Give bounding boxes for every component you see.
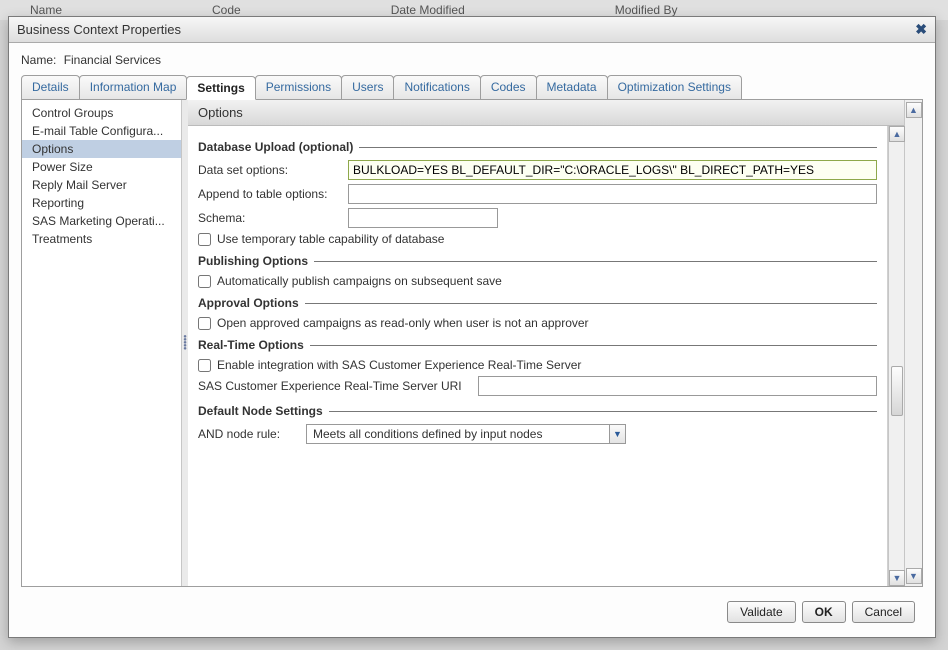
bg-col-code: Code <box>212 3 241 17</box>
and-rule-value: Meets all conditions defined by input no… <box>307 427 609 441</box>
tab-codes[interactable]: Codes <box>480 75 537 99</box>
tab-optimization-settings[interactable]: Optimization Settings <box>607 75 742 99</box>
data-set-options-input[interactable] <box>348 160 877 180</box>
outer-scroll-up-icon[interactable]: ▲ <box>906 102 922 118</box>
dialog-titlebar[interactable]: Business Context Properties ✖ <box>9 17 935 43</box>
tab-permissions[interactable]: Permissions <box>255 75 342 99</box>
name-value: Financial Services <box>64 53 161 67</box>
dialog-title: Business Context Properties <box>17 22 181 37</box>
sidebar-item-email-table[interactable]: E-mail Table Configura... <box>22 122 181 140</box>
content-pane: Options Database Upload (optional) Data … <box>188 100 904 586</box>
tab-metadata[interactable]: Metadata <box>536 75 608 99</box>
validate-button[interactable]: Validate <box>727 601 795 623</box>
close-icon[interactable]: ✖ <box>915 21 927 38</box>
schema-label: Schema: <box>198 211 348 225</box>
scroll-up-arrow-icon[interactable]: ▲ <box>889 126 905 142</box>
sidebar-item-sas-marketing[interactable]: SAS Marketing Operati... <box>22 212 181 230</box>
section-database-upload: Database Upload (optional) <box>198 140 877 154</box>
schema-input[interactable] <box>348 208 498 228</box>
sidebar-item-control-groups[interactable]: Control Groups <box>22 104 181 122</box>
ok-button[interactable]: OK <box>802 601 846 623</box>
section-approval: Approval Options <box>198 296 877 310</box>
outer-scroll-down-icon[interactable]: ▼ <box>906 568 922 584</box>
splitter-grip-icon: ●●●●● <box>183 336 187 351</box>
section-publishing: Publishing Options <box>198 254 877 268</box>
options-body: Database Upload (optional) Data set opti… <box>188 126 888 586</box>
scroll-thumb[interactable] <box>891 366 903 416</box>
bg-col-modby: Modified By <box>615 3 678 17</box>
data-set-options-label: Data set options: <box>198 163 348 177</box>
chevron-down-icon[interactable]: ▼ <box>609 425 625 443</box>
bg-col-name: Name <box>30 3 62 17</box>
approval-readonly-checkbox[interactable] <box>198 317 211 330</box>
append-options-label: Append to table options: <box>198 187 348 201</box>
scroll-down-arrow-icon[interactable]: ▼ <box>889 570 905 586</box>
temp-table-label: Use temporary table capability of databa… <box>217 232 444 246</box>
tab-information-map[interactable]: Information Map <box>79 75 188 99</box>
approval-readonly-label: Open approved campaigns as read-only whe… <box>217 316 589 330</box>
enable-realtime-checkbox[interactable] <box>198 359 211 372</box>
auto-publish-label: Automatically publish campaigns on subse… <box>217 274 502 288</box>
and-rule-select[interactable]: Meets all conditions defined by input no… <box>306 424 626 444</box>
settings-sidebar: Control Groups E-mail Table Configura...… <box>22 100 182 586</box>
properties-dialog: Business Context Properties ✖ Name: Fina… <box>8 16 936 638</box>
inner-vertical-scrollbar[interactable]: ▲ ▼ <box>888 126 904 586</box>
dialog-body: Name: Financial Services Details Informa… <box>9 43 935 637</box>
outer-vertical-scrollbar[interactable]: ▲ ▼ <box>904 100 922 586</box>
tab-users[interactable]: Users <box>341 75 394 99</box>
tab-settings[interactable]: Settings <box>186 76 255 100</box>
realtime-uri-input[interactable] <box>478 376 877 396</box>
and-rule-label: AND node rule: <box>198 427 298 441</box>
sidebar-item-treatments[interactable]: Treatments <box>22 230 181 248</box>
realtime-uri-label: SAS Customer Experience Real-Time Server… <box>198 379 478 393</box>
append-options-input[interactable] <box>348 184 877 204</box>
sidebar-item-reply-mail[interactable]: Reply Mail Server <box>22 176 181 194</box>
settings-row: Control Groups E-mail Table Configura...… <box>22 100 922 586</box>
sidebar-item-options[interactable]: Options <box>22 140 181 158</box>
sidebar-item-power-size[interactable]: Power Size <box>22 158 181 176</box>
bg-col-date: Date Modified <box>391 3 465 17</box>
section-default-node: Default Node Settings <box>198 404 877 418</box>
settings-container: Control Groups E-mail Table Configura...… <box>21 100 923 587</box>
name-row: Name: Financial Services <box>21 53 923 67</box>
name-label: Name: <box>21 53 56 67</box>
auto-publish-checkbox[interactable] <box>198 275 211 288</box>
sidebar-item-reporting[interactable]: Reporting <box>22 194 181 212</box>
cancel-button[interactable]: Cancel <box>852 601 915 623</box>
tab-notifications[interactable]: Notifications <box>393 75 480 99</box>
tab-bar: Details Information Map Settings Permiss… <box>21 75 923 100</box>
section-realtime: Real-Time Options <box>198 338 877 352</box>
dialog-footer: Validate OK Cancel <box>21 595 923 629</box>
pane-header: Options <box>188 100 904 126</box>
tab-details[interactable]: Details <box>21 75 80 99</box>
enable-realtime-label: Enable integration with SAS Customer Exp… <box>217 358 581 372</box>
temp-table-checkbox[interactable] <box>198 233 211 246</box>
